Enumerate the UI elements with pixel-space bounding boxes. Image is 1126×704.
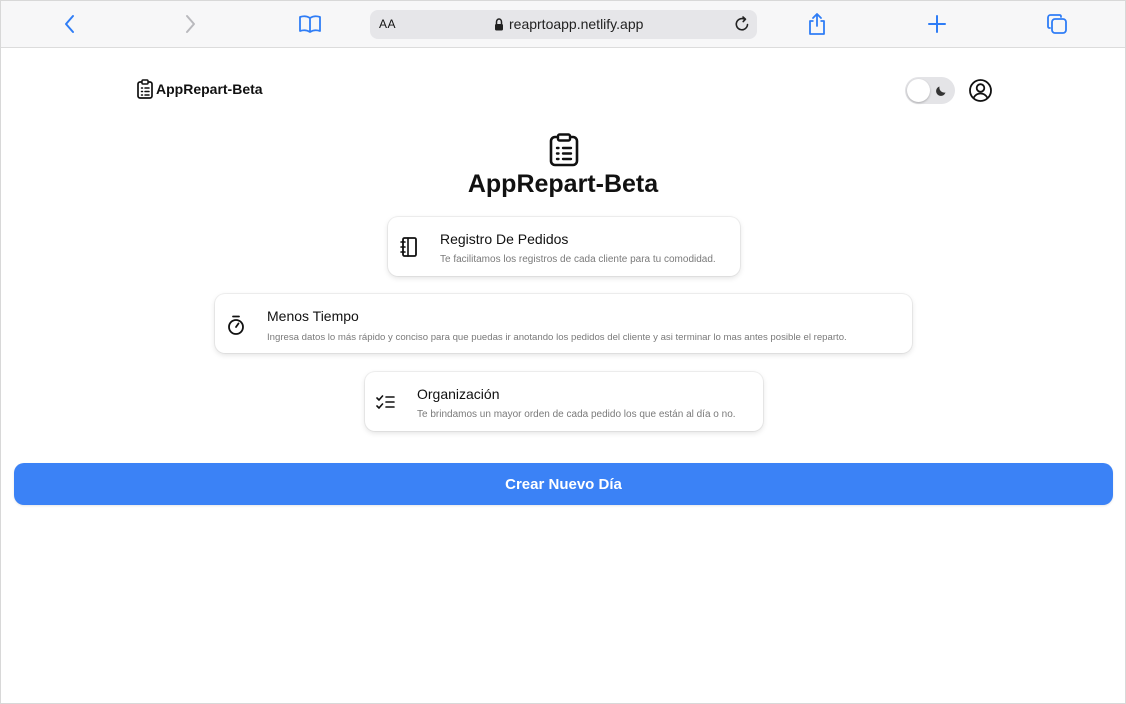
- tabs-icon: [1047, 14, 1067, 34]
- url-display[interactable]: reaprtoapp.netlify.app: [494, 16, 643, 32]
- toggle-knob: [907, 79, 930, 102]
- feature-card-organizacion: Organización Te brindamos un mayor orden…: [365, 372, 763, 431]
- bookmarks-button[interactable]: [296, 10, 324, 38]
- page-title: AppRepart-Beta: [467, 170, 659, 198]
- forward-button[interactable]: [176, 10, 204, 38]
- chevron-left-icon: [65, 15, 74, 33]
- moon-icon: [936, 86, 946, 96]
- new-tab-button[interactable]: [923, 10, 951, 38]
- checklist-icon: [376, 395, 395, 409]
- clipboard-icon: [137, 79, 153, 99]
- reload-icon: [735, 16, 749, 31]
- feature-description: Ingresa datos lo más rápido y conciso pa…: [267, 332, 847, 343]
- notebook-icon: [400, 237, 417, 257]
- feature-title: Organización: [417, 386, 500, 402]
- brand-logo[interactable]: AppRepart-Beta: [136, 79, 263, 99]
- theme-toggle[interactable]: [905, 77, 955, 104]
- share-icon: [809, 13, 825, 35]
- user-profile-icon[interactable]: [968, 78, 993, 103]
- reader-aa-button[interactable]: AA: [379, 17, 396, 31]
- feature-card-registro: Registro De Pedidos Te facilitamos los r…: [388, 217, 740, 276]
- stopwatch-icon: [228, 315, 244, 335]
- clipboard-list-icon: [549, 133, 579, 167]
- tabs-overview-button[interactable]: [1043, 10, 1071, 38]
- feature-card-menos-tiempo: Menos Tiempo Ingresa datos lo más rápido…: [215, 294, 912, 353]
- open-book-icon: [299, 15, 321, 33]
- feature-title: Menos Tiempo: [267, 308, 359, 324]
- feature-description: Te brindamos un mayor orden de cada pedi…: [417, 409, 736, 420]
- plus-icon: [928, 15, 946, 33]
- create-new-day-button[interactable]: Crear Nuevo Día: [14, 463, 1113, 505]
- lock-icon: [495, 17, 503, 30]
- back-button[interactable]: [56, 10, 84, 38]
- browser-toolbar: AA reaprtoapp.netlify.app: [0, 0, 1126, 48]
- brand-name: AppRepart-Beta: [156, 81, 263, 97]
- share-button[interactable]: [803, 10, 831, 38]
- chevron-right-icon: [186, 15, 195, 33]
- feature-title: Registro De Pedidos: [440, 231, 569, 247]
- address-bar[interactable]: AA reaprtoapp.netlify.app: [370, 10, 757, 39]
- reload-button[interactable]: [733, 15, 751, 38]
- url-text: reaprtoapp.netlify.app: [509, 16, 644, 32]
- feature-description: Te facilitamos los registros de cada cli…: [440, 254, 716, 265]
